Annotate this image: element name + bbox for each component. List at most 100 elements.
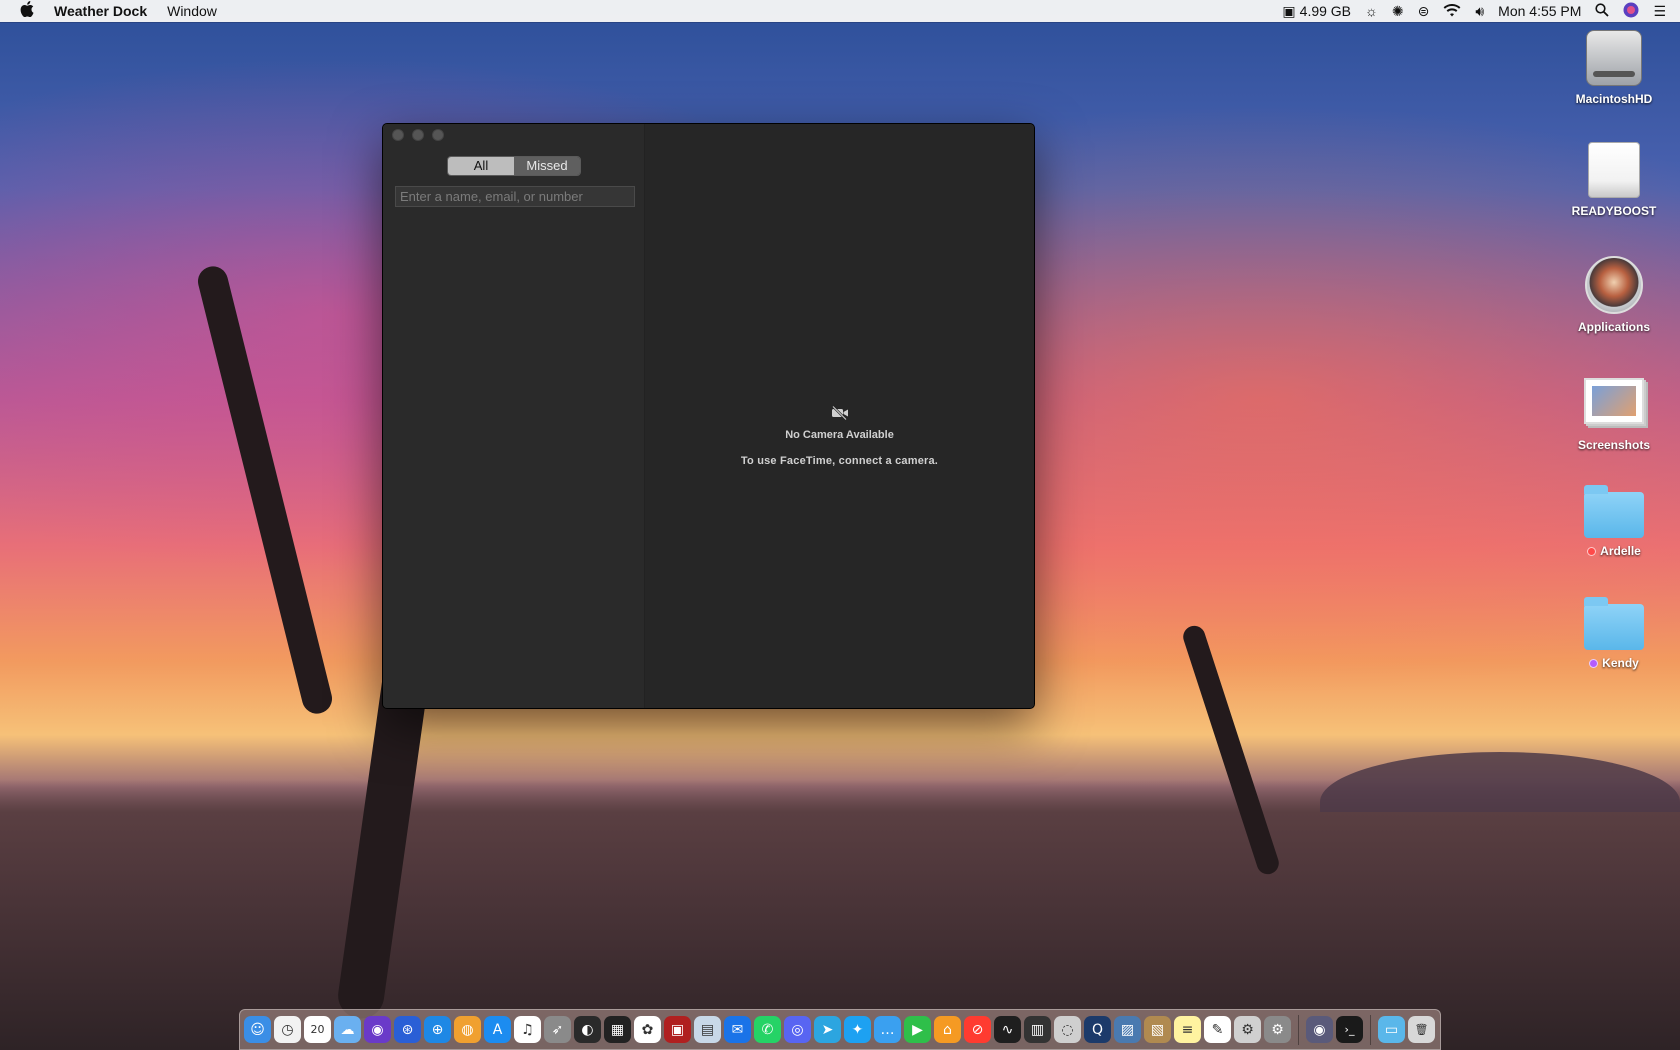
wifi-icon[interactable] [1443,3,1461,19]
screenshots-folder-icon [1584,378,1644,424]
dock-item-glyph: ▤ [700,1021,715,1038]
siri-icon[interactable]: ◉ [364,1016,391,1043]
desktop-icon-macintoshhd[interactable]: MacintoshHD [1559,30,1669,106]
disk-utility-icon[interactable]: ◌ [1054,1016,1081,1043]
desktop-icon-kendy[interactable]: Kendy [1559,597,1669,670]
twitter-icon[interactable]: ✦ [844,1016,871,1043]
discord-icon[interactable]: ◎ [784,1016,811,1043]
facetime-icon[interactable]: ▶ [904,1016,931,1043]
contact-search-input[interactable] [395,186,635,207]
downloads-folder-icon[interactable]: ▭ [1378,1016,1405,1043]
dock-item-glyph: 🗑 [1414,1023,1429,1036]
notes-icon[interactable]: ≡ [1174,1016,1201,1043]
photos-icon[interactable]: ✿ [634,1016,661,1043]
memory-chip-icon: ▣ [1282,3,1296,19]
apple-menu-icon[interactable] [20,0,38,22]
rocket-icon[interactable]: ➶ [544,1016,571,1043]
volume-icon[interactable]: 🔊︎ [1475,4,1484,18]
dock-item-glyph: ◉ [371,1021,384,1038]
finder-icon[interactable]: ☺ [244,1016,271,1043]
call-filter-segmented-control: All Missed [447,156,581,176]
telegram-icon[interactable]: ➤ [814,1016,841,1043]
launchpad-icon[interactable]: ⊛ [394,1016,421,1043]
image-capture-icon[interactable]: ▨ [1114,1016,1141,1043]
terminal-icon[interactable]: ›_ [1336,1016,1363,1043]
dock-item-glyph: ◉ [1313,1021,1326,1038]
spotlight-search-icon[interactable] [1595,3,1610,19]
messenger-icon[interactable]: ✉ [724,1016,751,1043]
dock-item-glyph: ⌂ [943,1021,952,1038]
desktop-icon-label: Kendy [1602,656,1639,670]
siri-icon[interactable] [1623,2,1639,20]
zoom-button[interactable] [432,129,444,141]
menu-app-name[interactable]: Weather Dock [54,3,147,19]
dock: ☺ ◷ 20 ☁ ◉ ⊛ ⊕ ◍ A ♫ ➶ ◐ ▦ ✿ ▣ ▤ ✉ ✆ ◎ ➤ ✦ … ▶ ⌂ ⊘ ∿ ▥ ◌ Q ▨ ▧ ≡ ✎ ⚙ ⚙ ◉ ›_ ▭… [239,1009,1441,1050]
tab-all[interactable]: All [448,157,514,175]
folder-icon [1584,597,1644,650]
menu-clock[interactable]: Mon 4:55 PM [1498,3,1581,19]
app-store-icon[interactable]: A [484,1016,511,1043]
whatsapp-icon[interactable]: ✆ [754,1016,781,1043]
dock-item-glyph: ▦ [610,1021,625,1038]
no-camera-title: No Camera Available [785,429,894,441]
dock-item-glyph: ✿ [641,1021,654,1038]
itunes-icon[interactable]: ♫ [514,1016,541,1043]
dock-item-glyph: ✆ [761,1021,774,1038]
menu-window[interactable]: Window [167,3,217,19]
clock-icon[interactable]: ◷ [274,1016,301,1043]
messages-icon[interactable]: … [874,1016,901,1043]
system-preferences-icon[interactable]: ⚙ [1264,1016,1291,1043]
vpn-icon[interactable]: ⊜ [1418,4,1430,18]
applications-folder-icon [1585,256,1643,314]
dock-item-glyph: ▨ [1120,1021,1135,1038]
screenshot-app-icon[interactable]: ◉ [1306,1016,1333,1043]
dock-separator [1370,1014,1371,1045]
preview-icon[interactable]: ▤ [694,1016,721,1043]
can-icon[interactable]: ◍ [454,1016,481,1043]
safari-icon[interactable]: ⊕ [424,1016,451,1043]
dock-item-glyph: ▣ [670,1021,685,1038]
tab-missed[interactable]: Missed [514,157,580,175]
mission-control-icon[interactable]: ▦ [604,1016,631,1043]
dock-item-glyph: ⊘ [971,1021,984,1038]
trash-icon[interactable]: 🗑 [1408,1016,1435,1043]
calendar-icon[interactable]: 20 [304,1016,331,1043]
photo-booth-icon[interactable]: ▣ [664,1016,691,1043]
dock-item-glyph: ♫ [521,1021,534,1038]
dock-item-glyph: ◍ [461,1021,474,1038]
facetime-window: All Missed No Camera Available To use Fa… [382,123,1035,709]
istat-icon[interactable]: ▥ [1024,1016,1051,1043]
desktop-icon-screenshots[interactable]: Screenshots [1559,378,1669,452]
notefile-icon[interactable]: ▧ [1144,1016,1171,1043]
dock-item-glyph: ▥ [1030,1021,1045,1038]
menu-bar: Weather Dock Window ▣ 4.99 GB ☼ ✺ ⊜ 🔊︎ M… [0,0,1680,22]
weather-dock-icon[interactable]: ☁ [334,1016,361,1043]
dock-item-glyph: ➤ [821,1021,834,1038]
desktop-icon-readyboost[interactable]: READYBOOST [1559,142,1669,218]
dashboard-icon[interactable]: ◐ [574,1016,601,1043]
script-editor-icon[interactable]: ⚙ [1234,1016,1261,1043]
home-icon[interactable]: ⌂ [934,1016,961,1043]
notification-center-icon[interactable]: ☰ [1653,4,1666,18]
hard-drive-icon [1586,30,1642,86]
activity-monitor-icon[interactable]: ∿ [994,1016,1021,1043]
desktop-icon-ardelle[interactable]: Ardelle [1559,485,1669,558]
dock-item-glyph: ∿ [1001,1021,1014,1038]
quicktime-icon[interactable]: Q [1084,1016,1111,1043]
status-menus: ▣ 4.99 GB ☼ ✺ ⊜ 🔊︎ Mon 4:55 PM ☰ [1282,2,1680,20]
memory-status[interactable]: ▣ 4.99 GB [1282,3,1351,19]
dock-item-glyph: ⊕ [431,1021,444,1038]
desktop-icon-applications[interactable]: Applications [1559,256,1669,334]
camera-off-icon [645,405,1034,425]
weather-sun-icon[interactable]: ✺ [1392,4,1404,18]
close-button[interactable] [392,129,404,141]
news-icon[interactable]: ⊘ [964,1016,991,1043]
desktop-icon-label: MacintoshHD [1575,92,1653,106]
brightness-icon[interactable]: ☼ [1365,4,1378,18]
dock-item-glyph: ⚙ [1241,1021,1254,1038]
desktop-icon-label: READYBOOST [1571,204,1657,218]
dock-item-glyph: ✉ [731,1021,744,1038]
facetime-sidebar: All Missed [383,124,645,708]
minimize-button[interactable] [412,129,424,141]
textedit-icon[interactable]: ✎ [1204,1016,1231,1043]
